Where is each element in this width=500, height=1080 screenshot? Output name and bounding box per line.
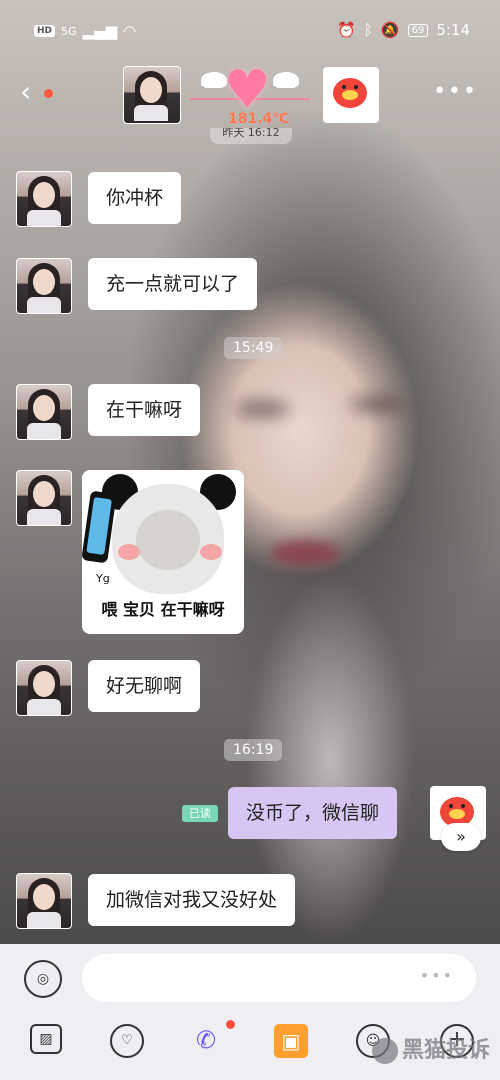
message-bubble[interactable]: 好无聊啊 <box>88 660 201 712</box>
my-message-bubble[interactable]: 没币了，微信聊 <box>228 787 398 839</box>
status-bar: HD 5G ▂▄▆ ◠ ⏰ ᛒ 🔕 69 5:14 <box>0 0 500 62</box>
unread-dot <box>44 89 53 98</box>
voice-icon[interactable]: ◎ <box>24 960 62 998</box>
read-receipt-badge: 已读 <box>182 805 218 822</box>
sticker-caption: 喂 宝贝 在干嘛呀 <box>101 600 225 619</box>
contact-avatar[interactable] <box>16 384 72 440</box>
message-bubble[interactable]: 你冲杯 <box>88 172 182 224</box>
battery-indicator: 69 <box>407 23 429 37</box>
chat-header: ‹ ♥ 181.4℃ ••• <box>0 62 500 127</box>
message-input[interactable]: ••• <box>82 954 476 1002</box>
sticker-tag: Yg <box>96 572 110 585</box>
timestamp: 15:49 <box>224 337 283 359</box>
watermark-text: 黑猫投诉 <box>402 1038 491 1063</box>
image-icon[interactable]: ▨ <box>30 1024 62 1054</box>
bluetooth-icon: ᛒ <box>363 21 373 39</box>
call-notification-dot <box>226 1020 235 1029</box>
fast-forward-icon[interactable]: » <box>441 823 481 851</box>
chat-bubble-icon[interactable]: ♡ <box>110 1024 144 1058</box>
gift-icon[interactable]: ▣ <box>274 1024 308 1058</box>
hd-badge: HD <box>34 25 56 37</box>
wifi-icon: ◠ <box>123 22 137 40</box>
watermark: 黑猫投诉 <box>372 1032 490 1064</box>
alarm-icon: ⏰ <box>337 21 356 39</box>
sticker-message[interactable]: Yg 喂 宝贝 在干嘛呀 <box>82 470 244 634</box>
clock: 5:14 <box>436 21 470 39</box>
contact-avatar[interactable] <box>16 873 72 929</box>
signal-label: 5G <box>61 24 77 38</box>
my-avatar[interactable] <box>323 67 379 123</box>
timestamp-partial: 昨天 16:12 <box>210 128 292 144</box>
call-icon[interactable]: ✆ <box>190 1024 222 1056</box>
panda-face-icon <box>112 484 224 594</box>
message-bubble[interactable]: 在干嘛呀 <box>88 384 201 436</box>
more-icon[interactable]: ••• <box>433 81 478 103</box>
input-more-icon[interactable]: ••• <box>420 966 454 985</box>
signal-icon: ▂▄▆ <box>82 22 118 40</box>
timestamp: 16:19 <box>224 739 283 761</box>
pig-icon <box>333 78 367 108</box>
mute-icon: 🔕 <box>380 21 400 39</box>
message-bubble[interactable]: 充一点就可以了 <box>88 258 258 310</box>
contact-avatar[interactable] <box>123 66 181 124</box>
back-icon[interactable]: ‹ <box>20 78 31 106</box>
contact-avatar[interactable] <box>16 258 72 314</box>
black-cat-logo-icon <box>372 1038 398 1064</box>
message-bubble[interactable]: 加微信对我又没好处 <box>88 874 296 926</box>
intimacy-heat-value: 181.4℃ <box>228 111 290 127</box>
contact-avatar[interactable] <box>16 171 72 227</box>
contact-avatar[interactable] <box>16 660 72 716</box>
contact-avatar[interactable] <box>16 470 72 526</box>
